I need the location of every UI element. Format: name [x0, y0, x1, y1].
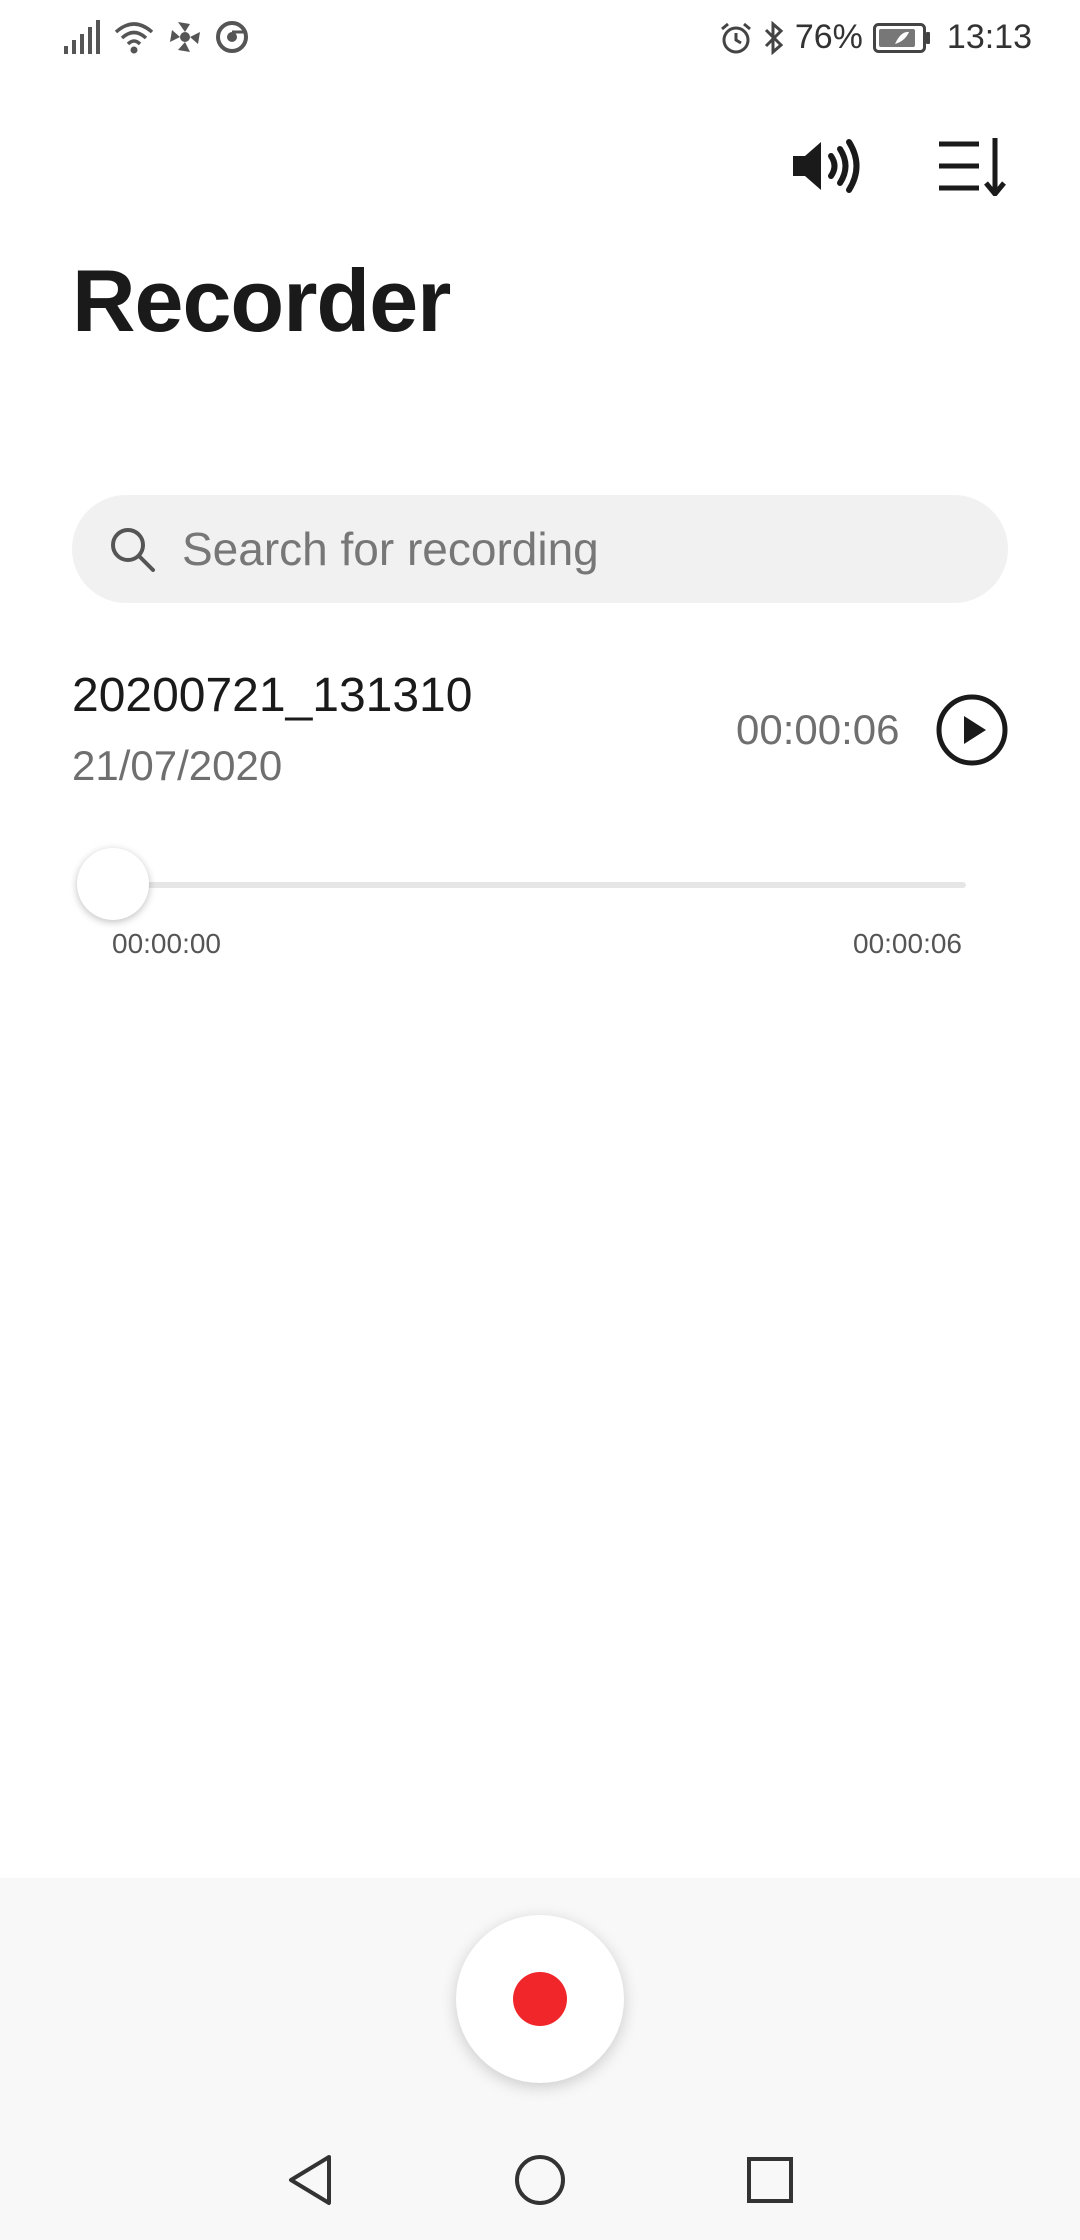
play-icon: [936, 694, 1008, 766]
page-title: Recorder: [72, 251, 451, 350]
recents-icon: [747, 2157, 793, 2203]
wifi-icon: [114, 22, 154, 54]
playback-track[interactable]: [114, 882, 966, 888]
back-icon: [289, 2155, 331, 2205]
record-dot-icon: [513, 1972, 567, 2026]
nav-recents-button[interactable]: [730, 2140, 810, 2220]
status-right: 76% 13:13: [719, 18, 1032, 57]
play-button[interactable]: [934, 692, 1010, 768]
status-bar: 76% 13:13: [0, 0, 1080, 80]
recording-name: 20200721_131310: [72, 669, 473, 722]
nav-back-button[interactable]: [270, 2140, 350, 2220]
battery-percent: 76%: [794, 18, 863, 56]
bluetooth-icon: [764, 20, 784, 55]
speaker-icon[interactable]: [786, 124, 870, 208]
search-input[interactable]: [180, 521, 964, 577]
home-icon: [515, 2155, 565, 2205]
clock: 13:13: [946, 18, 1032, 56]
signal-icon: [64, 20, 100, 54]
chrome-icon: [216, 21, 248, 53]
status-left-icons: [64, 20, 248, 54]
battery-icon: [872, 22, 930, 53]
alarm-icon: [720, 22, 751, 53]
playback-slider-thumb[interactable]: [77, 848, 149, 920]
nav-home-button[interactable]: [500, 2140, 580, 2220]
record-button[interactable]: [456, 1915, 624, 2083]
search-bar[interactable]: [72, 495, 1008, 603]
sort-icon[interactable]: [930, 124, 1014, 208]
search-icon: [111, 528, 155, 572]
recording-date: 21/07/2020: [72, 742, 283, 789]
fan-icon: [170, 22, 200, 52]
playback-total-time: 00:00:06: [853, 928, 962, 959]
playback-current-time: 00:00:00: [112, 928, 221, 959]
recording-duration: 00:00:06: [736, 706, 900, 753]
